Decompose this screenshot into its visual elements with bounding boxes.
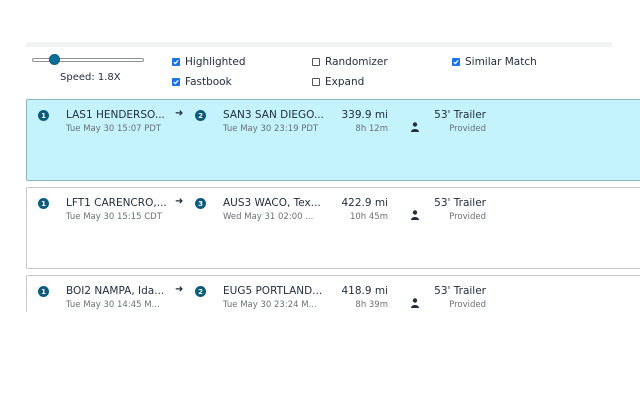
highlighted-label: Highlighted: [185, 56, 246, 68]
arrow-right-icon: ➜: [175, 284, 184, 295]
origin-stop-badge: 1: [38, 110, 49, 121]
origin-stop-badge: 1: [38, 198, 49, 209]
checkbox-checked-icon[interactable]: [452, 58, 460, 66]
similar-match-label: Similar Match: [465, 56, 537, 68]
load-card[interactable]: 1 LAS1 HENDERSO... Tue May 30 15:07 PDT …: [26, 99, 640, 181]
divider: [26, 42, 612, 47]
origin-facility: LFT1 CARENCRO,...: [66, 197, 167, 209]
destination-facility: AUS3 WACO, Tex...: [223, 197, 321, 209]
load-card[interactable]: 1 BOI2 NAMPA, Ida... Tue May 30 14:45 M.…: [26, 275, 640, 312]
highlighted-checkbox[interactable]: Highlighted: [172, 56, 246, 68]
checkbox-checked-icon[interactable]: [172, 58, 180, 66]
equipment-type: 53' Trailer: [434, 109, 486, 121]
driver-icon: [411, 293, 419, 312]
driver-icon: [411, 117, 419, 136]
randomizer-label: Randomizer: [325, 56, 388, 68]
speed-slider[interactable]: [32, 54, 144, 65]
destination-time: Tue May 30 23:19 PDT: [223, 124, 319, 134]
duration: 8h 39m: [355, 300, 388, 310]
duration: 10h 45m: [349, 212, 388, 222]
checkbox-unchecked-icon[interactable]: [312, 78, 320, 86]
duration: 8h 12m: [355, 124, 388, 134]
expand-label: Expand: [325, 76, 365, 88]
load-card[interactable]: 1 LFT1 CARENCRO,... Tue May 30 15:15 CDT…: [26, 187, 640, 269]
origin-facility: LAS1 HENDERSO...: [66, 109, 165, 121]
similar-match-checkbox[interactable]: Similar Match: [452, 56, 537, 68]
slider-thumb[interactable]: [49, 54, 60, 65]
expand-checkbox[interactable]: Expand: [312, 76, 364, 88]
equipment-status: Provided: [449, 212, 486, 222]
driver-icon: [411, 205, 419, 224]
checkbox-unchecked-icon[interactable]: [312, 58, 320, 66]
arrow-right-icon: ➜: [175, 108, 184, 119]
randomizer-checkbox[interactable]: Randomizer: [312, 56, 388, 68]
destination-stop-badge: 3: [195, 198, 206, 209]
fastbook-checkbox[interactable]: Fastbook: [172, 76, 232, 88]
load-board: Speed: 1.8X Highlighted Fastbook Randomi…: [0, 0, 640, 312]
origin-time: Tue May 30 14:45 M...: [66, 300, 160, 310]
distance: 422.9 mi: [341, 197, 388, 209]
destination-facility: SAN3 SAN DIEGO...: [223, 109, 324, 121]
fastbook-label: Fastbook: [185, 76, 232, 88]
distance: 418.9 mi: [341, 285, 388, 297]
equipment-status: Provided: [449, 124, 486, 134]
destination-stop-badge: 2: [195, 110, 206, 121]
origin-stop-badge: 1: [38, 286, 49, 297]
equipment-type: 53' Trailer: [434, 197, 486, 209]
distance: 339.9 mi: [341, 109, 388, 121]
equipment-status: Provided: [449, 300, 486, 310]
origin-time: Tue May 30 15:15 CDT: [66, 212, 162, 222]
arrow-right-icon: ➜: [175, 196, 184, 207]
origin-facility: BOI2 NAMPA, Ida...: [66, 285, 165, 297]
equipment-type: 53' Trailer: [434, 285, 486, 297]
destination-stop-badge: 2: [195, 286, 206, 297]
checkbox-checked-icon[interactable]: [172, 78, 180, 86]
destination-time: Tue May 30 23:24 M...: [223, 300, 317, 310]
speed-label: Speed: 1.8X: [60, 72, 121, 83]
destination-facility: EUG5 PORTLAND...: [223, 285, 323, 297]
destination-time: Wed May 31 02:00 ...: [223, 212, 314, 222]
origin-time: Tue May 30 15:07 PDT: [66, 124, 162, 134]
